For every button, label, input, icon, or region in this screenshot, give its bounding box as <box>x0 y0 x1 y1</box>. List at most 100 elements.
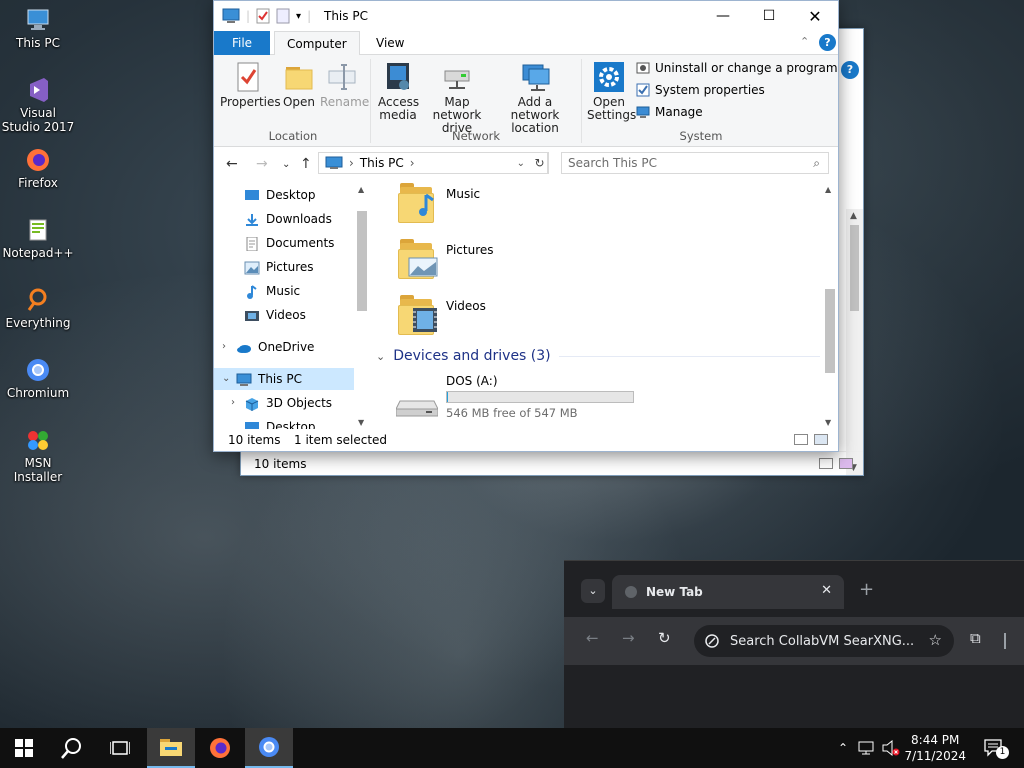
pictures-folder-icon[interactable] <box>398 239 438 279</box>
task-view-button[interactable] <box>96 728 144 768</box>
open-button[interactable]: Open <box>278 61 320 109</box>
map-network-drive-button[interactable]: Map network drive <box>422 61 492 135</box>
show-hidden-icons-chevron-icon[interactable]: ⌃ <box>838 741 848 755</box>
breadcrumb-this-pc[interactable]: This PC <box>360 156 404 170</box>
desktop-icon-chromium[interactable]: Chromium <box>0 356 76 400</box>
tab-file[interactable]: File <box>214 31 270 55</box>
volume-muted-icon[interactable] <box>882 740 900 756</box>
scroll-up-icon[interactable]: ▲ <box>850 211 857 221</box>
system-properties-button[interactable]: System properties <box>636 81 765 99</box>
desktop-icon-firefox[interactable]: Firefox <box>0 146 76 190</box>
drive-name[interactable]: DOS (A:) <box>446 374 498 388</box>
nav-item-music[interactable]: Music <box>244 280 370 302</box>
search-icon[interactable]: ⌕ <box>813 153 820 173</box>
access-media-button[interactable]: Access media <box>374 61 422 122</box>
extensions-puzzle-icon[interactable]: ⧉ <box>970 629 981 647</box>
chromium-page-content[interactable] <box>564 665 1024 729</box>
add-network-location-button[interactable]: Add a network location <box>494 61 576 135</box>
nav-item-desktop-2[interactable]: Desktop <box>244 416 370 429</box>
new-folder-quick-icon[interactable] <box>276 8 290 24</box>
background-window-scrollbar[interactable]: ▲ ▼ <box>846 209 863 475</box>
music-folder-icon[interactable] <box>398 183 438 223</box>
nav-item-downloads[interactable]: Downloads 📌 <box>244 208 370 230</box>
forward-arrow-icon[interactable]: → <box>622 629 635 647</box>
expand-chevron-icon[interactable]: › <box>222 341 226 352</box>
desktop-icon-visual-studio[interactable]: Visual Studio 2017 <box>0 76 76 134</box>
content-pane-scrollbar[interactable]: ▲ ▼ <box>821 183 838 429</box>
taskbar-file-explorer[interactable] <box>147 728 195 768</box>
videos-folder-icon[interactable] <box>398 295 438 335</box>
nav-item-onedrive[interactable]: OneDrive <box>236 336 370 358</box>
help-icon[interactable]: ? <box>819 34 836 51</box>
up-arrow-icon[interactable]: ↑ <box>300 156 312 172</box>
scroll-thumb[interactable] <box>850 225 859 311</box>
folder-label-music[interactable]: Music <box>446 187 480 201</box>
folder-label-videos[interactable]: Videos <box>446 299 486 313</box>
refresh-button[interactable]: ↻ <box>531 152 549 174</box>
open-settings-button[interactable]: Open Settings <box>586 61 636 122</box>
taskbar-clock[interactable]: 8:44 PM 7/11/2024 <box>904 732 966 764</box>
uninstall-program-button[interactable]: Uninstall or change a program <box>636 59 838 77</box>
scroll-down-icon[interactable]: ▼ <box>358 418 364 427</box>
collapse-chevron-icon[interactable]: ⌄ <box>222 373 230 384</box>
taskbar-chromium[interactable] <box>245 728 293 768</box>
floppy-drive-icon[interactable] <box>395 395 439 417</box>
nav-item-pictures[interactable]: Pictures 📌 <box>244 256 370 278</box>
breadcrumb-separator-icon[interactable]: › <box>410 156 415 170</box>
folder-label-pictures[interactable]: Pictures <box>446 243 494 257</box>
tab-computer[interactable]: Computer <box>274 31 360 56</box>
details-view-icon[interactable] <box>819 458 833 469</box>
properties-button[interactable]: Properties <box>220 61 281 109</box>
large-icons-view-icon[interactable] <box>814 434 828 445</box>
minimize-button[interactable]: — <box>700 1 746 31</box>
help-icon[interactable]: ? <box>841 61 859 79</box>
desktop-icon-this-pc[interactable]: This PC <box>0 6 76 50</box>
omnibox[interactable]: Search CollabVM SearXNG... ☆ <box>694 625 954 657</box>
collapse-chevron-icon[interactable]: ⌄ <box>376 350 385 363</box>
network-icon[interactable] <box>858 741 874 755</box>
forward-arrow-icon[interactable]: → <box>256 156 268 172</box>
details-view-icon[interactable] <box>794 434 808 445</box>
nav-item-this-pc[interactable]: This PC <box>214 368 354 390</box>
chromium-tab-new-tab[interactable]: New Tab ✕ <box>612 575 844 609</box>
close-tab-icon[interactable]: ✕ <box>821 583 832 598</box>
scroll-thumb[interactable] <box>825 289 835 373</box>
nav-item-3d-objects[interactable]: 3D Objects <box>244 392 370 414</box>
back-arrow-icon[interactable]: ← <box>586 629 599 647</box>
bookmark-star-icon[interactable]: ☆ <box>929 631 942 649</box>
address-dropdown-icon[interactable]: ⌄ <box>517 158 525 169</box>
desktop-icon-notepadpp[interactable]: Notepad++ <box>0 216 76 260</box>
search-button[interactable] <box>48 728 96 768</box>
navigation-pane[interactable]: Desktop 📌 Downloads 📌 Documents 📌 Pictur… <box>214 183 370 429</box>
desktop-icon-everything[interactable]: Everything <box>0 286 76 330</box>
navigation-pane-scrollbar[interactable]: ▲ ▼ <box>354 183 370 429</box>
manage-button[interactable]: Manage <box>636 103 703 121</box>
recent-locations-chevron-icon[interactable]: ⌄ <box>282 159 290 170</box>
tab-view[interactable]: View <box>364 31 416 55</box>
scroll-up-icon[interactable]: ▲ <box>358 185 364 194</box>
new-tab-plus-icon[interactable]: + <box>859 579 874 600</box>
back-arrow-icon[interactable]: ← <box>226 156 238 172</box>
nav-item-videos[interactable]: Videos <box>244 304 370 326</box>
desktop-icon-msn-installer[interactable]: MSN Installer <box>0 426 76 484</box>
tab-search-chevron-icon[interactable]: ⌄ <box>581 579 605 603</box>
maximize-button[interactable]: ☐ <box>746 1 792 31</box>
taskbar-firefox[interactable] <box>196 728 244 768</box>
start-button[interactable] <box>0 728 48 768</box>
nav-item-documents[interactable]: Documents 📌 <box>244 232 370 254</box>
rename-button[interactable]: Rename <box>320 61 369 109</box>
title-bar[interactable]: | ▾ | This PC — ☐ ✕ <box>214 1 838 31</box>
nav-item-desktop[interactable]: Desktop 📌 <box>244 184 370 206</box>
search-input[interactable]: Search This PC ⌕ <box>561 152 829 174</box>
explorer-window[interactable]: | ▾ | This PC — ☐ ✕ File Computer View ⌃… <box>213 0 839 452</box>
tiles-view-icon[interactable] <box>839 458 853 469</box>
scroll-thumb[interactable] <box>357 211 367 311</box>
action-center-button[interactable]: 1 <box>984 738 1009 761</box>
expand-chevron-icon[interactable]: › <box>231 397 235 408</box>
scroll-up-icon[interactable]: ▲ <box>825 185 831 194</box>
scroll-down-icon[interactable]: ▼ <box>825 418 831 427</box>
reload-icon[interactable]: ↻ <box>658 629 671 647</box>
close-button[interactable]: ✕ <box>792 1 838 31</box>
chromium-window[interactable]: ⌄ New Tab ✕ + ← → ↻ Search CollabVM Sear… <box>564 560 1024 729</box>
collapse-ribbon-icon[interactable]: ⌃ <box>800 35 809 48</box>
